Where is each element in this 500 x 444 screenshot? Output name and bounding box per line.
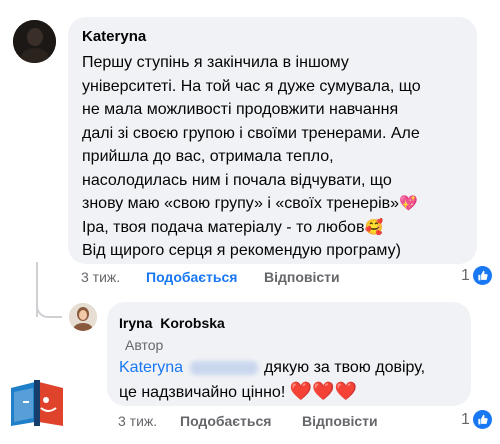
like-button[interactable]: Подобається <box>146 269 237 285</box>
reply-author[interactable]: Iryna Korobska <box>119 315 225 331</box>
comment-line-text: знову маю «свою групу» і «своїх тренерів… <box>82 195 400 212</box>
reply-line: це надзвичайно цінно! ❤️❤️❤️ <box>119 380 471 405</box>
comment-line: прийшла до вас, отримала тепло, <box>82 148 334 165</box>
avatar-kateryna[interactable] <box>13 20 56 63</box>
comment-line: не мала можливості продовжити навчання <box>82 101 399 118</box>
thumbs-up-icon <box>472 410 492 429</box>
comment-timestamp[interactable]: 3 тиж. <box>81 269 120 285</box>
reaction-count: 1 <box>461 410 470 428</box>
comment-line: знову маю «свою групу» і «своїх тренерів… <box>82 192 477 216</box>
avatar-iryna[interactable] <box>69 303 97 331</box>
comment-actions: 3 тиж. Подобається Відповісти <box>0 269 500 289</box>
reply-button[interactable]: Відповісти <box>264 269 340 285</box>
reply-line: Kateryna дякую за твою довіру, <box>119 356 471 380</box>
blurred-surname <box>189 360 258 375</box>
sparkling-heart-emoji: 💖 <box>399 195 418 212</box>
comment-line: університеті. На той час я дуже сумувала… <box>82 77 421 95</box>
comment-line: далі зі своєю групою і своїми тренерами.… <box>82 124 420 142</box>
thumbs-up-icon <box>472 266 492 285</box>
reply-actions: 3 тиж. Подобається Відповісти <box>0 413 500 433</box>
reply-like-button[interactable]: Подобається <box>180 413 271 429</box>
book-logo <box>8 378 66 430</box>
reply-timestamp[interactable]: 3 тиж. <box>118 413 157 429</box>
comment-line: насолодилась ним і почала відчувати, що <box>82 171 392 189</box>
smiling-face-with-hearts-emoji: 🥰 <box>364 218 384 236</box>
comment-line-text: Іра, твоя подача матеріалу - то любов <box>82 218 365 236</box>
reaction-count: 1 <box>461 266 470 284</box>
comment-author[interactable]: Kateryna <box>82 28 146 45</box>
comment-reactions[interactable]: 1 <box>461 266 492 285</box>
author-badge: Автор <box>125 337 164 353</box>
book-face-logo-icon <box>11 380 63 426</box>
mention-link[interactable]: Kateryna <box>119 359 183 376</box>
comment-line: Від щирого серця я рекомендую програму) <box>82 242 401 259</box>
comment-text: Першу ступінь я закінчила в іншому уніве… <box>82 51 477 263</box>
reply-bubble: Iryna Korobska Автор Kateryna дякую за т… <box>107 302 471 406</box>
reply-reply-button[interactable]: Відповісти <box>302 413 378 429</box>
avatar-photo <box>13 20 56 63</box>
comment-line: Іра, твоя подача матеріалу - то любов🥰 <box>82 216 477 240</box>
reply-text: Kateryna дякую за твою довіру, це надзви… <box>119 356 471 404</box>
reply-line-text: дякую за твою довіру, <box>263 359 426 376</box>
reply-reactions[interactable]: 1 <box>461 410 492 429</box>
reply-line-text: це надзвичайно цінно! <box>119 383 286 401</box>
avatar-photo <box>69 303 97 331</box>
thread-connector <box>36 290 62 318</box>
comment-line: Першу ступінь я закінчила в іншому <box>82 54 349 71</box>
red-hearts-emoji: ❤️❤️❤️ <box>289 380 357 401</box>
comment-bubble: Kateryna Першу ступінь я закінчила в інш… <box>68 17 477 264</box>
